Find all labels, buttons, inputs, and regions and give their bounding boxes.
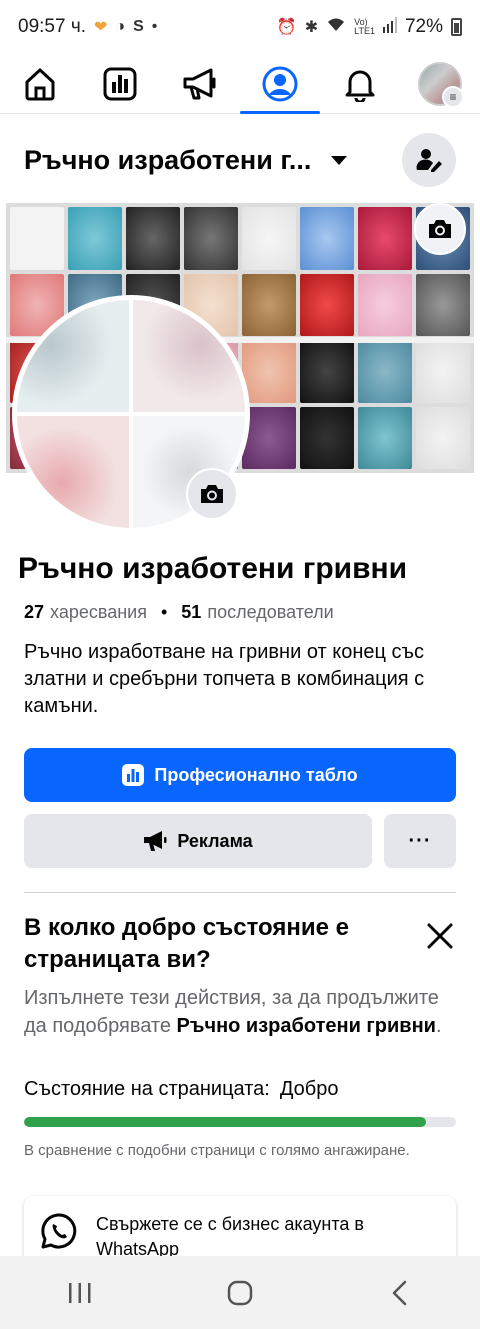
profile-icon xyxy=(262,66,298,101)
health-status-value: Добро xyxy=(279,1078,339,1100)
whatsapp-connect-text: Свържете се с бизнес акаунта в WhatsApp xyxy=(96,1214,364,1259)
likes-count[interactable]: 27 xyxy=(24,602,44,623)
alarm-icon: ⏰ xyxy=(276,19,297,36)
nav-home[interactable] xyxy=(10,56,70,112)
page-bio: Ръчно изработване на гривни от конец със… xyxy=(24,641,425,717)
stats-separator: • xyxy=(160,602,168,622)
whatsapp-icon xyxy=(41,1213,77,1249)
page-header-title[interactable]: Ръчно изработени г... xyxy=(24,145,311,176)
insights-icon xyxy=(103,67,137,100)
signal-icon xyxy=(382,16,397,38)
back-button[interactable] xyxy=(370,1263,430,1323)
camera-icon xyxy=(429,220,451,238)
menu-icon: ≡ xyxy=(442,85,464,108)
camera-icon xyxy=(201,485,223,503)
home-nav-button[interactable] xyxy=(210,1263,270,1323)
ads-button[interactable]: Реклама xyxy=(24,814,372,868)
chevron-down-icon[interactable] xyxy=(331,155,348,165)
volte-icon: Vo) LTE1 xyxy=(354,17,375,36)
health-status-label: Състояние на страницата: xyxy=(24,1078,270,1100)
home-icon xyxy=(25,68,55,100)
battery-icon xyxy=(451,18,462,36)
dot-icon: • xyxy=(151,18,158,35)
health-desc-suffix: . xyxy=(435,1015,442,1037)
nav-notifications[interactable] xyxy=(330,56,390,112)
nav-ads[interactable] xyxy=(170,56,230,112)
followers-label[interactable]: последователи xyxy=(207,602,333,623)
close-health-card-button[interactable] xyxy=(420,916,460,956)
top-nav: ≡ xyxy=(0,54,480,114)
home-circle-icon xyxy=(227,1280,253,1305)
professional-dashboard-button[interactable]: Професионално табло xyxy=(24,748,456,802)
recent-apps-icon xyxy=(69,1282,91,1303)
page-health-status: Състояние на страницата: Добро xyxy=(24,1078,338,1101)
bluetooth-icon: ✱ xyxy=(304,19,319,36)
battery-level: 72% xyxy=(404,16,443,37)
page-name: Ръчно изработени гривни xyxy=(18,552,408,585)
health-progress-fill xyxy=(24,1117,426,1127)
page-header: Ръчно изработени г... xyxy=(24,132,456,188)
wifi-icon xyxy=(326,17,346,38)
more-icon: ··· xyxy=(408,829,432,852)
status-time: 09:57 ч. xyxy=(18,16,87,37)
nav-profile[interactable] xyxy=(240,56,320,114)
nav-menu[interactable]: ≡ xyxy=(410,56,470,112)
more-options-button[interactable]: ··· xyxy=(384,814,456,868)
ads-label: Реклама xyxy=(177,830,253,851)
heart-badge-icon: ❤ xyxy=(94,19,108,36)
professional-dashboard-label: Професионално табло xyxy=(154,764,358,785)
close-icon xyxy=(427,923,453,949)
health-progress-bar xyxy=(24,1117,456,1127)
bell-icon xyxy=(345,70,375,102)
edit-cover-button[interactable] xyxy=(414,203,466,255)
status-bar: 09:57 ч. ❤ ◑ S • ⏰ ✱ Vo) LTE1 72% xyxy=(0,0,480,54)
megaphone-icon xyxy=(144,831,167,851)
megaphone-icon xyxy=(183,68,216,99)
page-health-description: Изпълнете тези действия, за да продължит… xyxy=(24,984,444,1040)
half-circle-icon: ◑ xyxy=(115,18,126,35)
android-nav-bar xyxy=(0,1256,480,1329)
avatar-menu-icon: ≡ xyxy=(418,61,464,108)
edit-profile-picture-button[interactable] xyxy=(186,468,238,520)
section-divider xyxy=(24,892,456,893)
health-desc-page-name: Ръчно изработени гривни xyxy=(176,1015,436,1037)
page-stats: 27 харесвания • 51 последователи xyxy=(24,602,334,623)
nav-insights[interactable] xyxy=(90,56,150,112)
health-compare-note: В сравнение с подобни страници с голямо … xyxy=(24,1142,410,1159)
recent-apps-button[interactable] xyxy=(50,1263,110,1323)
switch-profile-button[interactable] xyxy=(402,133,456,187)
page-health-title: В колко добро състояние е страницата ви? xyxy=(24,914,350,973)
dashboard-icon xyxy=(122,764,145,786)
back-icon xyxy=(392,1280,407,1305)
signal-s-icon: S xyxy=(133,18,144,35)
followers-count[interactable]: 51 xyxy=(181,602,201,623)
person-edit-icon xyxy=(416,149,442,172)
likes-label[interactable]: харесвания xyxy=(50,602,147,623)
